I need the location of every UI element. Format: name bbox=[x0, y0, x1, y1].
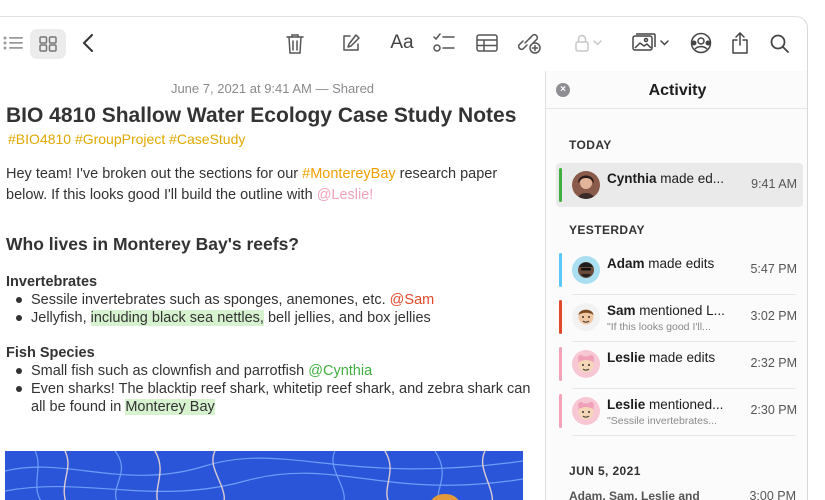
activity-title: Activity bbox=[648, 82, 707, 99]
checklist-icon bbox=[433, 33, 455, 52]
photo-icon bbox=[631, 33, 656, 51]
activity-color-bar bbox=[559, 168, 562, 202]
note-date: June 7, 2021 at 9:41 AM — Shared bbox=[170, 81, 375, 96]
list-item-text: bell jellies, and box jellies bbox=[263, 310, 431, 326]
fish-list: Small fish such as clownfish and parrotf… bbox=[16, 362, 536, 416]
section-today: TODAY bbox=[569, 138, 612, 152]
list-item: Even sharks! The blacktip reef shark, wh… bbox=[16, 380, 536, 416]
divider bbox=[572, 435, 796, 436]
activity-snippet: "Sessile invertebrates... bbox=[607, 415, 717, 427]
tag-montereybay[interactable]: #MontereyBay bbox=[302, 166, 396, 182]
activity-text: Sam mentioned L... bbox=[607, 303, 725, 318]
list-item: Sessile invertebrates such as sponges, a… bbox=[16, 291, 536, 309]
activity-color-bar bbox=[559, 347, 562, 381]
chevron-down-icon bbox=[592, 40, 602, 46]
highlighted-text: Monterey Bay bbox=[125, 399, 215, 415]
search-icon bbox=[770, 34, 789, 53]
link-plus-icon bbox=[518, 33, 541, 54]
compose-button[interactable] bbox=[340, 29, 362, 57]
avatar-adam bbox=[572, 256, 600, 284]
delete-button[interactable] bbox=[284, 29, 306, 57]
lock-button[interactable] bbox=[570, 29, 606, 57]
mention-cynthia[interactable]: @Cynthia bbox=[308, 363, 372, 379]
joined-text: Adam, Sam, Leslie and Cynthia joined the… bbox=[569, 489, 700, 500]
invertebrates-heading: Invertebrates bbox=[6, 274, 98, 290]
share-button[interactable] bbox=[730, 29, 750, 57]
table-icon bbox=[476, 34, 498, 52]
jellyfish-photo[interactable] bbox=[5, 451, 523, 500]
format-button[interactable]: Aa bbox=[388, 29, 416, 57]
note-tags[interactable]: #BIO4810 #GroupProject #CaseStudy bbox=[8, 131, 245, 147]
activity-item[interactable]: Leslie made edits 2:32 PM bbox=[556, 342, 803, 386]
section-heading: Who lives in Monterey Bay's reefs? bbox=[6, 234, 299, 254]
activity-time: 2:32 PM bbox=[750, 356, 797, 370]
collaborators-icon bbox=[690, 32, 712, 54]
activity-text: Cynthia made ed... bbox=[607, 171, 725, 186]
compose-icon bbox=[343, 34, 360, 51]
share-icon bbox=[732, 32, 748, 54]
chevron-down-icon bbox=[659, 40, 669, 46]
note-title: BIO 4810 Shallow Water Ecology Case Stud… bbox=[6, 104, 517, 127]
activity-item[interactable]: Sam mentioned L... "If this looks good I… bbox=[556, 295, 803, 339]
invertebrates-list: Sessile invertebrates such as sponges, a… bbox=[16, 291, 536, 327]
checklist-button[interactable] bbox=[432, 29, 456, 57]
back-button[interactable] bbox=[78, 29, 98, 57]
list-view-button[interactable] bbox=[2, 29, 24, 57]
activity-item[interactable]: Adam made edits 5:47 PM bbox=[556, 248, 803, 292]
list-item-text: Jellyfish, bbox=[31, 310, 91, 326]
chevron-left-icon bbox=[83, 34, 93, 52]
mention-sam[interactable]: @Sam bbox=[390, 292, 435, 308]
gallery-view-button[interactable] bbox=[30, 29, 66, 59]
activity-color-bar bbox=[559, 253, 562, 287]
list-item-text: Even sharks! The blacktip reef shark, wh… bbox=[31, 381, 531, 415]
gallery-view-icon bbox=[39, 36, 57, 52]
activity-item[interactable]: Cynthia made ed... 9:41 AM bbox=[556, 163, 803, 207]
collaborate-button[interactable] bbox=[518, 29, 542, 57]
activity-sidebar: × Activity TODAY Cynthia made ed... 9:41… bbox=[545, 71, 807, 500]
intro-text: Hey team! I've broken out the sections f… bbox=[6, 166, 303, 182]
activity-time: 2:30 PM bbox=[750, 403, 797, 417]
activity-snippet: "If this looks good I'll... bbox=[607, 321, 711, 333]
mention-leslie[interactable]: @Leslie! bbox=[317, 187, 374, 203]
media-button[interactable] bbox=[630, 29, 670, 57]
lock-icon bbox=[574, 34, 589, 52]
trash-icon bbox=[286, 33, 304, 54]
notes-window: Aa June 7, 2021 at 9:41 AM — Shared BIO … bbox=[0, 16, 808, 500]
format-icon: Aa bbox=[390, 32, 414, 53]
activity-text: Adam made edits bbox=[607, 256, 715, 271]
activity-time: 5:47 PM bbox=[750, 262, 797, 276]
avatar-sam bbox=[572, 303, 600, 331]
activity-color-bar bbox=[559, 394, 562, 428]
activity-time: 3:02 PM bbox=[750, 309, 797, 323]
avatar-leslie bbox=[572, 397, 600, 425]
highlighted-text: including black sea nettles, bbox=[90, 310, 264, 326]
fish-heading: Fish Species bbox=[6, 345, 95, 361]
intro-paragraph: Hey team! I've broken out the sections f… bbox=[6, 164, 536, 206]
activity-item[interactable]: Leslie mentioned... "Sessile invertebrat… bbox=[556, 389, 803, 433]
avatar-leslie bbox=[572, 350, 600, 378]
section-jun5: JUN 5, 2021 bbox=[569, 464, 641, 478]
section-yesterday: YESTERDAY bbox=[569, 223, 645, 237]
list-item: Small fish such as clownfish and parrotf… bbox=[16, 362, 536, 380]
avatar-cynthia bbox=[572, 171, 600, 199]
activity-color-bar bbox=[559, 300, 562, 334]
activity-text: Leslie mentioned... bbox=[607, 397, 724, 412]
list-item-text: Sessile invertebrates such as sponges, a… bbox=[31, 292, 390, 308]
activity-header: × Activity bbox=[546, 71, 807, 109]
note-body[interactable]: June 7, 2021 at 9:41 AM — Shared BIO 481… bbox=[0, 71, 545, 500]
jellyfish-image bbox=[5, 451, 523, 500]
activity-time: 3:00 PM bbox=[749, 489, 796, 500]
list-item-text: Small fish such as clownfish and parrotf… bbox=[31, 363, 309, 379]
table-button[interactable] bbox=[475, 29, 499, 57]
toolbar: Aa bbox=[0, 17, 807, 71]
collaborators-button[interactable] bbox=[689, 29, 713, 57]
activity-time: 9:41 AM bbox=[751, 177, 797, 191]
list-view-icon bbox=[3, 36, 23, 50]
activity-text: Leslie made edits bbox=[607, 350, 716, 365]
search-button[interactable] bbox=[768, 29, 790, 57]
list-item: Jellyfish, including black sea nettles, … bbox=[16, 309, 536, 327]
